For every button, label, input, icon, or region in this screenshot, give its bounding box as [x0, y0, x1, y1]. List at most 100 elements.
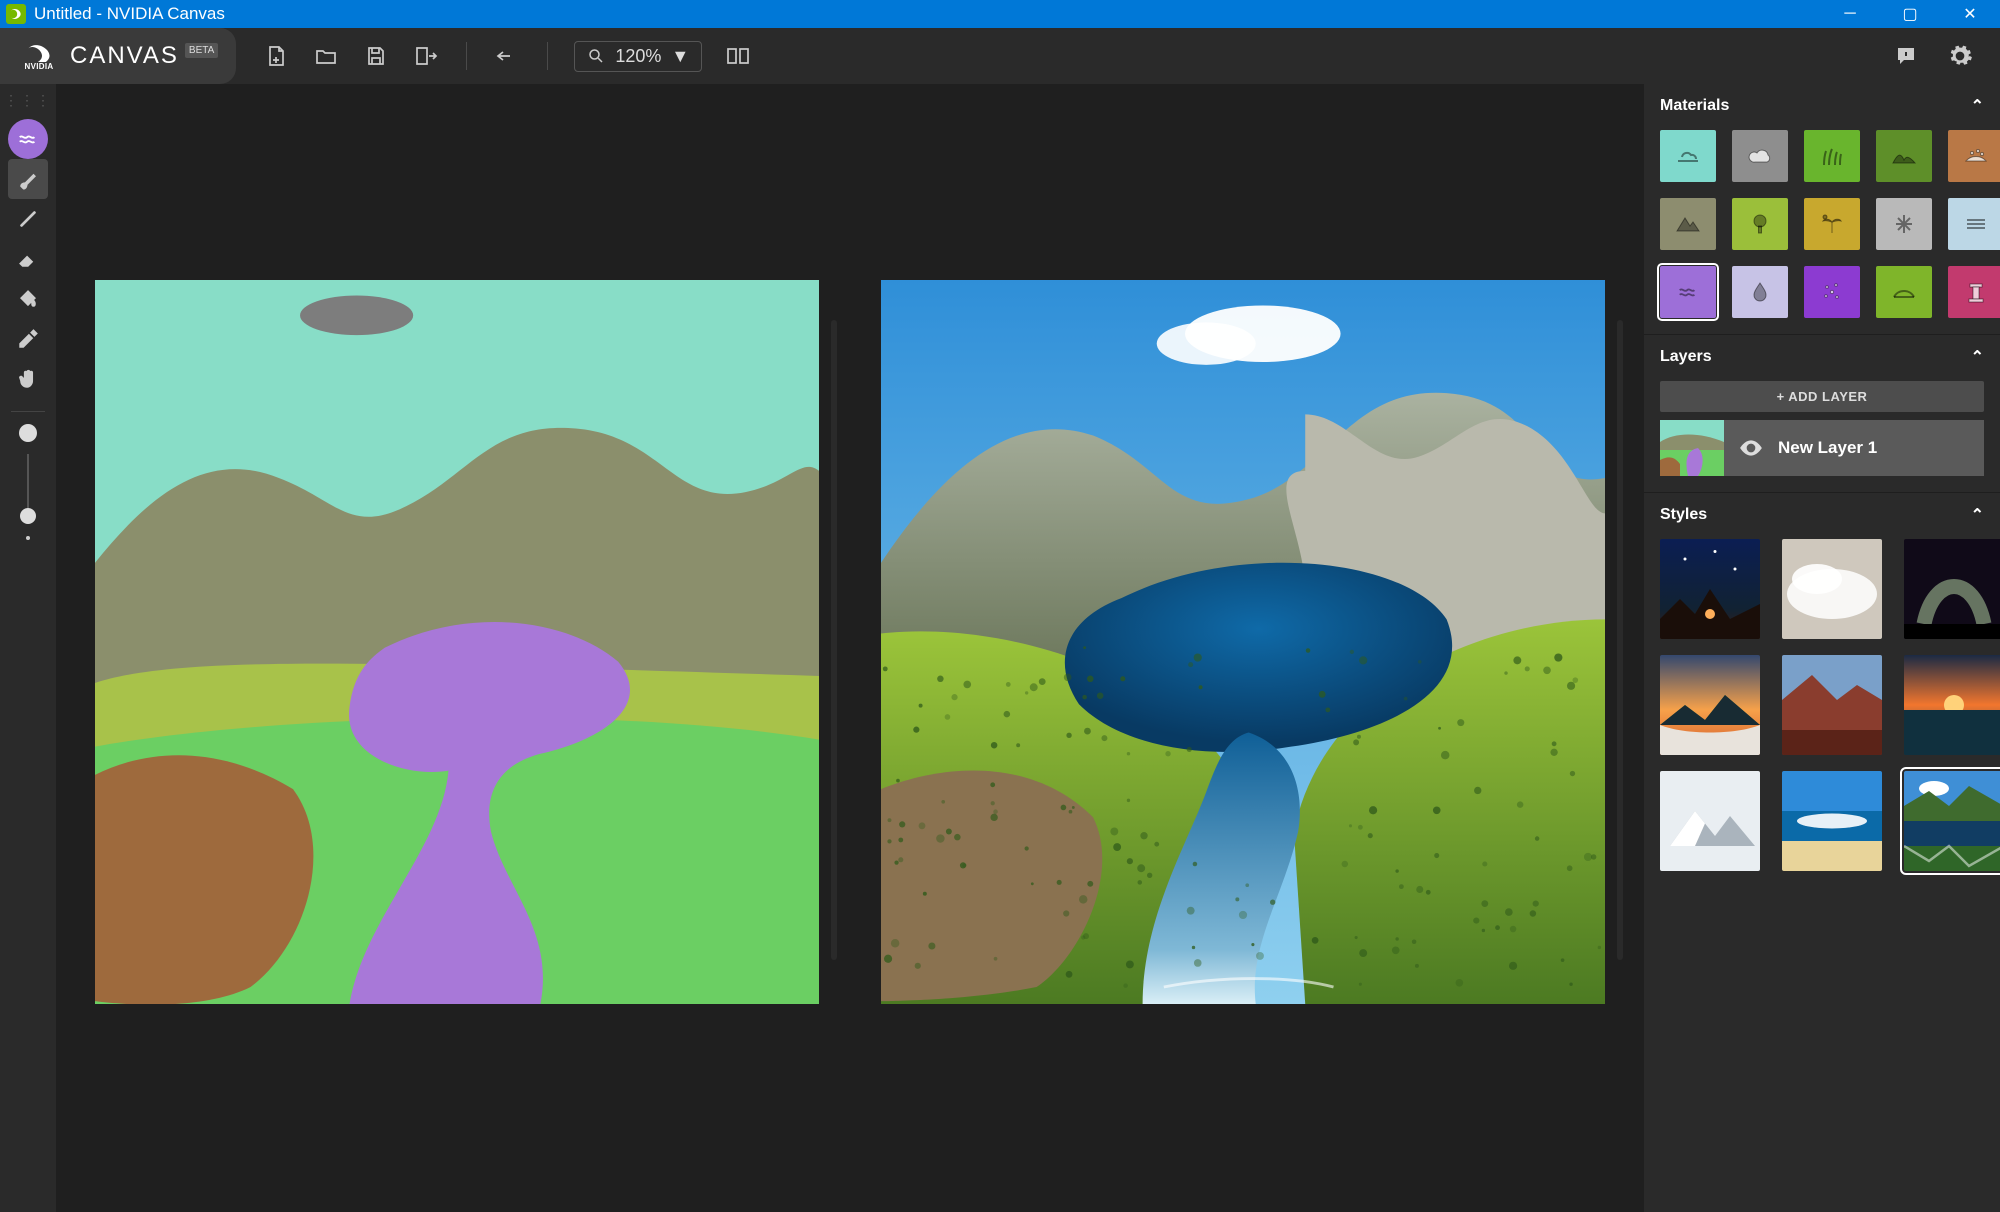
waves-icon	[1677, 281, 1699, 303]
export-button[interactable]	[412, 42, 440, 70]
cloudline-icon	[1674, 146, 1702, 166]
eraser-icon	[17, 248, 39, 270]
style-misty-clouds[interactable]	[1782, 539, 1882, 639]
eyedropper-tool[interactable]	[8, 319, 48, 359]
grass-icon	[1820, 145, 1844, 167]
materials-title: Materials	[1660, 97, 1729, 115]
chevron-down-icon: ▼	[671, 46, 689, 67]
undo-button[interactable]	[493, 42, 521, 70]
waves-icon	[17, 128, 39, 150]
collapse-icon[interactable]: ⌃	[1971, 505, 1984, 525]
material-snow[interactable]	[1876, 198, 1932, 250]
bucket-icon	[17, 288, 39, 310]
material-tree[interactable]	[1732, 198, 1788, 250]
style-red-rock[interactable]	[1782, 655, 1882, 755]
brush-icon	[17, 168, 39, 190]
layers-title: Layers	[1660, 348, 1712, 366]
tool-separator	[11, 411, 45, 412]
brand-block: NVIDIA CANVAS BETA	[0, 28, 236, 84]
grip-icon: ⋮⋮⋮	[4, 92, 52, 109]
eraser-tool[interactable]	[8, 239, 48, 279]
window-title: Untitled - NVIDIA Canvas	[34, 4, 225, 24]
brush-size-slider[interactable]	[27, 454, 29, 524]
materials-panel: Materials ⌃	[1644, 84, 2000, 335]
cloud-icon	[1747, 146, 1773, 166]
dirt-icon	[1963, 147, 1989, 165]
material-dirt[interactable]	[1948, 130, 2000, 182]
material-stars[interactable]	[1804, 266, 1860, 318]
segmentation-canvas[interactable]	[95, 280, 819, 1004]
layers-panel: Layers ⌃ + ADD LAYER New Layer 1	[1644, 335, 2000, 493]
layer-name: New Layer 1	[1778, 438, 1877, 458]
material-sky[interactable]	[1660, 130, 1716, 182]
style-ocean-sunset[interactable]	[1904, 655, 2000, 755]
settings-button[interactable]	[1946, 42, 1974, 70]
visibility-icon[interactable]	[1738, 435, 1764, 461]
scrollbar[interactable]	[1617, 320, 1623, 960]
styles-title: Styles	[1660, 506, 1707, 524]
output-canvas[interactable]	[881, 280, 1605, 1004]
styles-panel: Styles ⌃	[1644, 493, 2000, 887]
open-file-button[interactable]	[312, 42, 340, 70]
hillline-icon	[1891, 283, 1917, 301]
window-maximize-button[interactable]: ▢	[1880, 0, 1940, 28]
material-hill[interactable]	[1876, 130, 1932, 182]
output-canvas-frame	[881, 280, 1605, 1004]
add-layer-button[interactable]: + ADD LAYER	[1660, 381, 1984, 412]
eyedropper-icon	[17, 328, 39, 350]
material-fog[interactable]	[1948, 198, 2000, 250]
material-grass[interactable]	[1804, 130, 1860, 182]
new-file-button[interactable]	[262, 42, 290, 70]
current-material-badge[interactable]	[8, 119, 48, 159]
snowflake-icon	[1893, 213, 1915, 235]
hand-icon	[17, 368, 39, 390]
brush-size-preview	[19, 424, 37, 442]
brush-tool[interactable]	[8, 159, 48, 199]
drop-icon	[1751, 281, 1769, 303]
window-minimize-button[interactable]: ─	[1820, 0, 1880, 28]
window-titlebar: Untitled - NVIDIA Canvas ─ ▢ ✕	[0, 0, 2000, 28]
app-icon	[6, 4, 26, 24]
nvidia-logo: NVIDIA	[18, 38, 60, 74]
collapse-icon[interactable]: ⌃	[1971, 96, 1984, 116]
zoom-value: 120%	[615, 46, 661, 67]
material-water[interactable]	[1660, 266, 1716, 318]
style-milky-arch[interactable]	[1904, 539, 2000, 639]
canvas-area	[56, 84, 1644, 1212]
split-view-button[interactable]	[724, 42, 752, 70]
collapse-icon[interactable]: ⌃	[1971, 347, 1984, 367]
material-bush[interactable]	[1876, 266, 1932, 318]
nvidia-logo-text: NVIDIA	[25, 62, 54, 71]
window-close-button[interactable]: ✕	[1940, 0, 2000, 28]
style-alpine-lake[interactable]	[1904, 771, 2000, 871]
brush-min-indicator	[26, 536, 30, 540]
pillar-icon	[1966, 281, 1986, 303]
fill-tool[interactable]	[8, 279, 48, 319]
lines-icon	[1964, 215, 1988, 233]
material-building[interactable]	[1948, 266, 2000, 318]
style-sunset-ridge[interactable]	[1660, 655, 1760, 755]
vertical-toolbox: ⋮⋮⋮	[0, 84, 56, 1212]
material-palm[interactable]	[1804, 198, 1860, 250]
save-file-button[interactable]	[362, 42, 390, 70]
scrollbar[interactable]	[831, 320, 837, 960]
feedback-button[interactable]	[1892, 42, 1920, 70]
mountain-icon	[1675, 215, 1701, 233]
line-tool[interactable]	[8, 199, 48, 239]
palm-icon	[1820, 213, 1844, 235]
zoom-control[interactable]: 120% ▼	[574, 41, 702, 72]
material-cloud[interactable]	[1732, 130, 1788, 182]
style-night-desert[interactable]	[1660, 539, 1760, 639]
app-name: CANVAS	[70, 42, 179, 70]
layer-row[interactable]: New Layer 1	[1660, 420, 1984, 476]
layer-thumbnail	[1660, 420, 1724, 476]
beta-badge: BETA	[185, 43, 218, 58]
wand-icon	[17, 208, 39, 230]
style-tropical-beach[interactable]	[1782, 771, 1882, 871]
material-rain[interactable]	[1732, 266, 1788, 318]
pan-tool[interactable]	[8, 359, 48, 399]
hill-icon	[1891, 147, 1917, 165]
style-snow-peak[interactable]	[1660, 771, 1760, 871]
material-mountain[interactable]	[1660, 198, 1716, 250]
main-toolbar: NVIDIA CANVAS BETA 120% ▼	[0, 28, 2000, 84]
